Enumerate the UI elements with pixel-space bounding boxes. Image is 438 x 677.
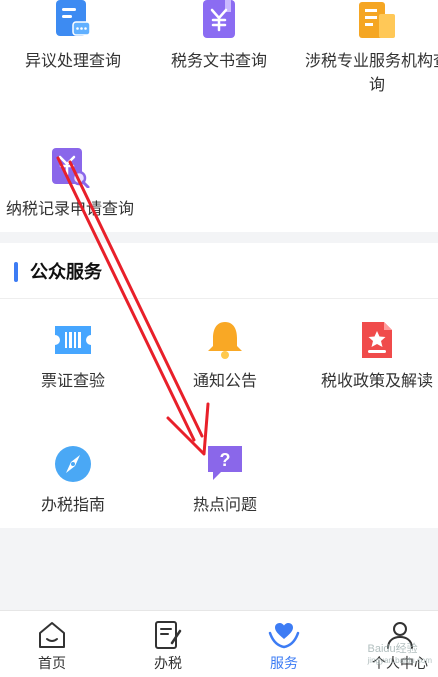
- tab-label: 办税: [154, 655, 182, 671]
- tile-tax-record-query[interactable]: 纳税记录申请查询: [0, 148, 140, 228]
- home-icon: [36, 619, 68, 651]
- tile-hot-questions[interactable]: ? 热点问题: [152, 444, 298, 524]
- tile-label: 税务文书查询: [170, 53, 267, 70]
- tile-objection-query[interactable]: 异议处理查询: [0, 0, 146, 80]
- tile-label: 纳税记录申请查询: [5, 201, 134, 218]
- bell-icon: [205, 320, 245, 360]
- tile-label: 通知公告: [192, 373, 257, 390]
- section-title: 公众服务: [30, 262, 102, 282]
- compass-icon: [53, 444, 93, 484]
- tile-label: 热点问题: [192, 497, 257, 514]
- tab-tax[interactable]: 办税: [118, 611, 218, 677]
- section-accent-bar: [14, 262, 18, 282]
- watermark: Baidu经验 jingyan.baidu.com: [368, 640, 432, 665]
- tile-agency-query[interactable]: 涉税专业服务机构查询: [292, 0, 438, 100]
- tile-tax-document-query[interactable]: 税务文书查询: [146, 0, 292, 80]
- bottom-tab-bar: 首页 办税 服务 个人中心 Baidu经验 jingyan.baidu.com: [0, 610, 438, 677]
- tile-label: 异议处理查询: [24, 53, 121, 70]
- heart-hands-icon: [268, 619, 300, 651]
- tab-service[interactable]: 服务: [234, 611, 334, 677]
- tile-tax-policy[interactable]: 税收政策及解读: [304, 320, 438, 400]
- policy-document-icon: [357, 320, 397, 360]
- tile-label: 涉税专业服务机构查询: [304, 53, 438, 94]
- tab-home[interactable]: 首页: [2, 611, 102, 677]
- yuan-document-icon: [199, 0, 239, 40]
- tile-label: 票证查验: [40, 373, 105, 390]
- record-search-icon: [50, 148, 90, 189]
- top-services-card: 异议处理查询 税务文书查询 涉税专业服务机构查询 纳税记录申请查询: [0, 0, 438, 232]
- watermark-text: Baidu经验: [367, 643, 418, 655]
- tile-tax-guide[interactable]: 办税指南: [0, 444, 146, 524]
- tab-label: 首页: [38, 655, 66, 671]
- watermark-url: jingyan.baidu.com: [367, 656, 432, 665]
- ticket-icon: [53, 320, 93, 360]
- tab-label: 服务: [270, 655, 298, 671]
- building-icon: [357, 0, 397, 40]
- edit-icon: [152, 619, 184, 651]
- tile-label: 办税指南: [40, 497, 105, 514]
- divider: [0, 298, 438, 299]
- tile-notice[interactable]: 通知公告: [152, 320, 298, 400]
- question-bubble-icon: ?: [205, 444, 245, 484]
- svg-text:?: ?: [220, 450, 231, 470]
- tile-ticket-verify[interactable]: 票证查验: [0, 320, 146, 400]
- tile-label: 税收政策及解读: [320, 373, 433, 390]
- document-chat-icon: [53, 0, 93, 40]
